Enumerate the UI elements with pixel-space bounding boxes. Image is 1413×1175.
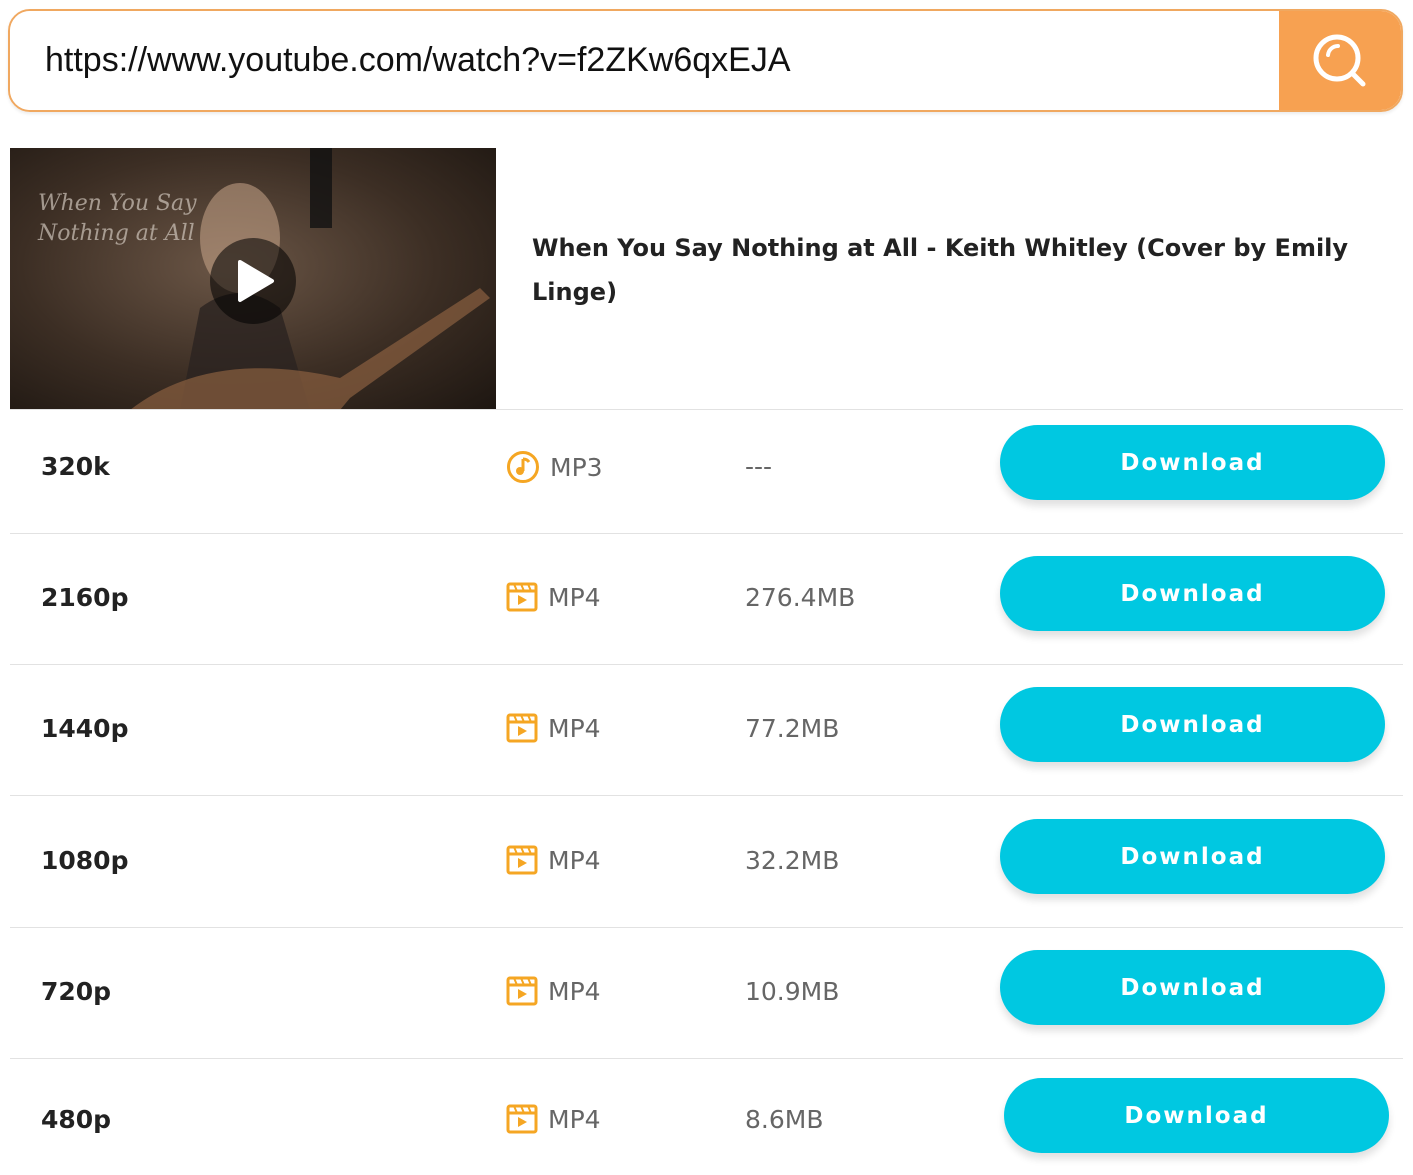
format-row: 720p MP4 10.9MB Download <box>10 927 1403 1058</box>
download-button[interactable]: Download <box>1000 950 1385 1025</box>
download-button[interactable]: Download <box>1000 425 1385 500</box>
video-icon <box>506 712 538 744</box>
format-label: MP3 <box>506 450 603 484</box>
file-size: --- <box>745 452 773 481</box>
format-text: MP4 <box>548 582 601 612</box>
format-row: 2160p MP4 276.4MB Download <box>10 533 1403 664</box>
format-label: MP4 <box>506 581 601 613</box>
format-label: MP4 <box>506 975 601 1007</box>
format-text: MP3 <box>550 452 603 482</box>
file-size: 10.9MB <box>745 977 840 1006</box>
format-text: MP4 <box>548 1104 601 1134</box>
quality-label: 1080p <box>41 846 129 875</box>
search-icon <box>1313 34 1366 86</box>
url-input[interactable] <box>10 11 1279 110</box>
download-button[interactable]: Download <box>1000 556 1385 631</box>
quality-label: 2160p <box>41 583 129 612</box>
format-row: 480p MP4 8.6MB Download <box>10 1058 1403 1175</box>
play-icon[interactable] <box>208 236 298 326</box>
music-note-icon <box>506 450 540 484</box>
format-text: MP4 <box>548 976 601 1006</box>
format-row: 320k MP3 --- Download <box>10 409 1403 533</box>
format-row: 1080p MP4 32.2MB Download <box>10 795 1403 927</box>
download-button[interactable]: Download <box>1000 819 1385 894</box>
format-text: MP4 <box>548 845 601 875</box>
video-icon <box>506 844 538 876</box>
format-label: MP4 <box>506 844 601 876</box>
quality-label: 720p <box>41 977 112 1006</box>
search-button[interactable] <box>1279 11 1401 110</box>
format-text: MP4 <box>548 713 601 743</box>
format-label: MP4 <box>506 712 601 744</box>
svg-text:Nothing at All: Nothing at All <box>37 221 195 246</box>
download-button[interactable]: Download <box>1000 687 1385 762</box>
file-size: 8.6MB <box>745 1105 824 1134</box>
quality-label: 320k <box>41 452 110 481</box>
video-title: When You Say Nothing at All - Keith Whit… <box>532 234 1349 306</box>
file-size: 77.2MB <box>745 714 840 743</box>
file-size: 32.2MB <box>745 846 840 875</box>
video-icon <box>506 1103 538 1135</box>
thumbnail-text: When You Say <box>38 191 197 216</box>
format-row: 1440p MP4 77.2MB Download <box>10 664 1403 795</box>
format-label: MP4 <box>506 1103 601 1135</box>
file-size: 276.4MB <box>745 583 856 612</box>
video-thumbnail[interactable]: When You Say Nothing at All <box>10 148 496 410</box>
video-icon <box>506 975 538 1007</box>
download-button[interactable]: Download <box>1004 1078 1389 1153</box>
quality-label: 1440p <box>41 714 129 743</box>
video-icon <box>506 581 538 613</box>
search-bar <box>8 9 1403 112</box>
quality-label: 480p <box>41 1105 112 1134</box>
